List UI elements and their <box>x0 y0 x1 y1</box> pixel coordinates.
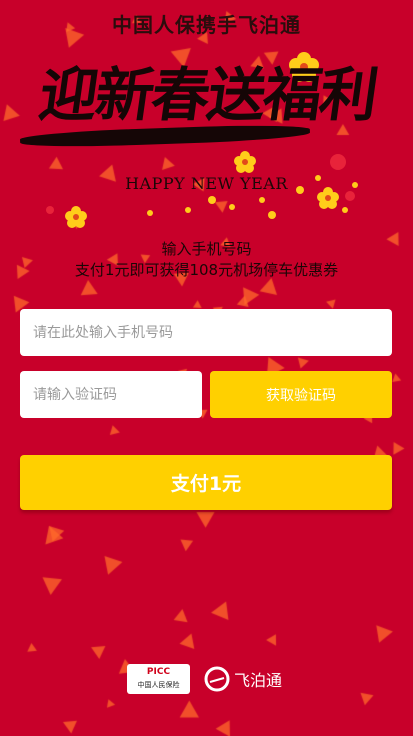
promo-page: 中国人保携手飞泊通 迎新春送福利 HAPPY NEW YEAR 输入手机号码 支… <box>0 0 413 736</box>
page-title: 中国人保携手飞泊通 <box>112 13 301 37</box>
get-code-button[interactable]: 获取验证码 <box>210 371 392 418</box>
verification-code-input[interactable] <box>20 371 202 418</box>
partner-logos: PICC 中国人民保险 飞泊通 <box>0 664 413 698</box>
instruction-text: 输入手机号码 <box>161 240 252 258</box>
partner-name: 飞泊通 <box>234 671 283 690</box>
feibotong-logo-icon <box>204 666 230 692</box>
pay-button[interactable]: 支付1元 <box>20 455 392 510</box>
feibotong-logo: 飞泊通 <box>203 665 282 693</box>
offer-text: 支付1元即可获得108元机场停车优惠券 <box>74 261 339 279</box>
happy-new-year-text: HAPPY NEW YEAR <box>125 174 288 193</box>
phone-input[interactable] <box>20 309 392 356</box>
plum-blossom-icon <box>65 206 87 228</box>
picc-logo: PICC 中国人民保险 <box>127 664 190 694</box>
picc-mark: PICC <box>146 667 171 677</box>
picc-name: 中国人民保险 <box>137 681 180 689</box>
plum-blossom-icon <box>234 151 256 173</box>
headline-calligraphy: 迎新春送福利 <box>35 61 381 129</box>
